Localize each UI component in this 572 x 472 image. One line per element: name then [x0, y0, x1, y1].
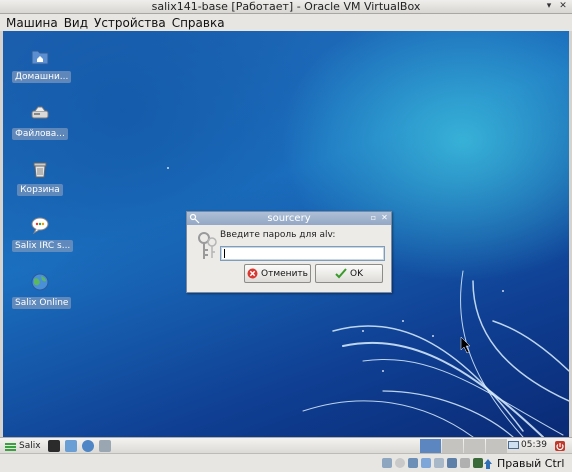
password-input[interactable]	[220, 246, 385, 261]
hdd-icon[interactable]	[382, 458, 392, 468]
ok-button[interactable]: OK	[315, 264, 383, 283]
password-prompt: Введите пароль для alv:	[220, 230, 336, 240]
guest-taskbar: Salix 05:39	[0, 437, 572, 453]
text-caret	[224, 249, 225, 258]
home-folder-icon	[31, 50, 49, 65]
dialog-titlebar: sourcery ▫ ✕	[187, 212, 391, 225]
usb-icon[interactable]	[408, 458, 418, 468]
desktop-icon-label: Домашни...	[12, 71, 72, 83]
cancel-icon	[247, 268, 258, 279]
display-icon[interactable]	[434, 458, 444, 468]
host-key-arrow-icon	[484, 458, 492, 469]
workspace-1[interactable]	[420, 439, 441, 453]
start-label: Salix	[19, 441, 41, 451]
dialog-menu-icon[interactable]: ▫	[369, 213, 378, 223]
terminal-icon[interactable]	[48, 440, 60, 452]
network-tray-icon[interactable]	[508, 441, 519, 451]
capture-icon[interactable]	[460, 458, 470, 468]
menu-devices[interactable]: Устройства	[94, 16, 166, 30]
desktop-icon-irc[interactable]: Salix IRC s...	[12, 214, 74, 252]
vbox-statusbar: Правый Ctrl	[0, 453, 572, 472]
shared-folder-icon[interactable]	[421, 458, 431, 468]
close-button[interactable]: ✕	[557, 1, 569, 12]
desktop-icon-salix-online[interactable]: Salix Online	[12, 271, 72, 309]
desktop-icon-label: Salix Online	[12, 297, 72, 309]
text-editor-icon[interactable]	[99, 440, 111, 452]
menubar: Машина Вид Устройства Справка	[0, 14, 572, 31]
workspace-4[interactable]	[486, 439, 507, 453]
desktop-icon-trash[interactable]: Корзина	[12, 158, 68, 196]
desktop-icon-label: Корзина	[17, 184, 63, 196]
workspace-2[interactable]	[442, 439, 463, 453]
drive-icon	[31, 106, 49, 119]
workspace-pager	[420, 439, 507, 453]
status-indicators	[382, 458, 483, 468]
workspace-3[interactable]	[464, 439, 485, 453]
chat-icon	[31, 217, 49, 235]
window-title: salix141-base [Работает] - Oracle VM Vir…	[151, 0, 421, 13]
menu-help[interactable]: Справка	[172, 16, 225, 30]
cancel-button[interactable]: Отменить	[244, 264, 311, 283]
start-menu-button[interactable]: Salix	[4, 439, 41, 453]
trash-icon	[33, 162, 47, 178]
window-titlebar: salix141-base [Работает] - Oracle VM Vir…	[0, 0, 572, 14]
host-key-indicator: Правый Ctrl	[482, 457, 564, 470]
browser-icon[interactable]	[82, 440, 94, 452]
quick-launch	[48, 439, 111, 453]
network-icon[interactable]	[447, 458, 457, 468]
menu-view[interactable]: Вид	[64, 16, 88, 30]
password-dialog: sourcery ▫ ✕ Введите пароль для alv: Отм…	[186, 211, 392, 293]
keys-icon	[198, 232, 217, 259]
cancel-label: Отменить	[261, 268, 308, 279]
globe-icon	[31, 273, 49, 291]
clock[interactable]: 05:39	[521, 440, 547, 450]
cd-icon[interactable]	[395, 458, 405, 468]
menu-machine[interactable]: Машина	[6, 16, 58, 30]
desktop-icon-label: Salix IRC s...	[12, 240, 74, 252]
minimize-button[interactable]: ▾	[543, 1, 555, 12]
desktop-icon-home[interactable]: Домашни...	[12, 45, 72, 83]
dialog-app-icon	[189, 213, 200, 224]
desktop-icon-label: Файлова...	[12, 128, 68, 140]
check-icon	[335, 268, 347, 279]
file-manager-icon[interactable]	[65, 440, 77, 452]
ok-label: OK	[350, 268, 363, 279]
desktop-icon-filesystem[interactable]: Файлова...	[12, 102, 68, 140]
dialog-close-icon[interactable]: ✕	[380, 213, 389, 223]
salix-logo-icon	[5, 442, 16, 451]
dialog-title: sourcery	[267, 213, 311, 224]
host-key-label: Правый Ctrl	[497, 457, 565, 470]
logout-icon[interactable]	[554, 440, 566, 452]
